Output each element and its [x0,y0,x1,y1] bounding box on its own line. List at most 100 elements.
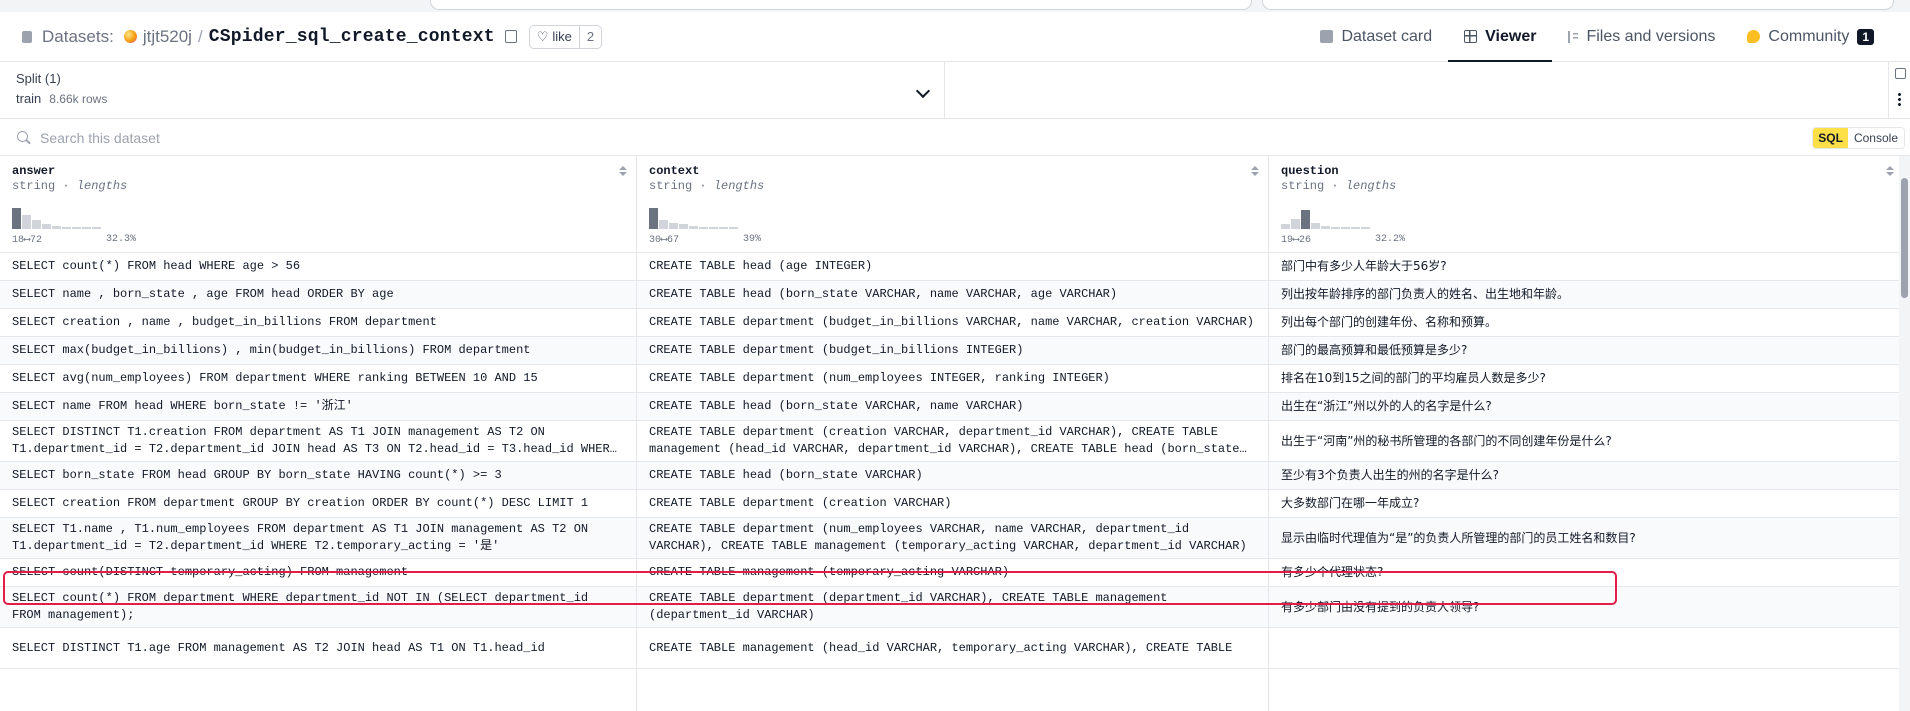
cell-answer[interactable]: SELECT name , born_state , age FROM head… [0,281,636,308]
cell-question[interactable]: 列出按年龄排序的部门负责人的姓名、出生地和年龄。 [1269,281,1899,308]
chevron-down-icon[interactable] [915,83,931,99]
cell-context[interactable]: CREATE TABLE management (head_id VARCHAR… [637,628,1268,668]
cell-answer[interactable]: SELECT name FROM head WHERE born_state !… [0,393,636,420]
more-options-icon[interactable] [1898,92,1901,106]
table-row[interactable]: SELECT DISTINCT T1.age FROM management A… [0,628,1899,669]
histogram-bar[interactable] [1321,226,1330,229]
histogram-bar[interactable] [649,208,658,229]
histogram-bar[interactable] [719,227,728,229]
histogram-bar[interactable] [72,227,81,229]
scrollbar-thumb[interactable] [1901,178,1908,298]
sql-console-button[interactable]: SQL Console [1812,127,1905,149]
browser-search-bar[interactable] [1262,0,1894,10]
column-header-answer[interactable]: answer string · lengths 18⟷72 32.3% [0,156,636,253]
histogram-bar[interactable] [82,227,91,229]
table-row[interactable]: SELECT T1.name , T1.num_employees FROM d… [0,518,1899,559]
cell-question[interactable]: 部门中有多少人年龄大于56岁? [1269,253,1899,280]
cell-answer[interactable]: SELECT count(*) FROM department WHERE de… [0,587,636,627]
tab-dataset-card[interactable]: Dataset card [1304,12,1448,61]
like-button[interactable]: ♡ like 2 [528,24,603,49]
table-row[interactable]: SELECT count(*) FROM department WHERE de… [0,587,1899,628]
histogram-bar[interactable] [1291,219,1300,229]
cell-context[interactable]: CREATE TABLE head (born_state VARCHAR, n… [637,393,1268,420]
cell-context[interactable]: CREATE TABLE department (creation VARCHA… [637,490,1268,517]
cell-context[interactable]: CREATE TABLE department (budget_in_billi… [637,309,1268,336]
histogram-bar[interactable] [669,223,678,229]
cell-answer[interactable]: SELECT creation FROM department GROUP BY… [0,490,636,517]
cell-question[interactable]: 部门的最高预算和最低预算是多少? [1269,337,1899,364]
histogram-bar[interactable] [1311,223,1320,229]
histogram-bar[interactable] [1351,227,1360,229]
histogram-bar[interactable] [1301,210,1310,229]
histogram-bar[interactable] [1361,227,1370,229]
cell-question[interactable]: 出生在“浙江”州以外的人的名字是什么? [1269,393,1899,420]
cell-context[interactable]: CREATE TABLE head (born_state VARCHAR) [637,462,1268,489]
cell-question[interactable]: 大多数部门在哪一年成立? [1269,490,1899,517]
cell-question[interactable] [1269,628,1899,668]
column-histogram[interactable] [1281,204,1370,229]
table-row[interactable]: SELECT count(DISTINCT temporary_acting) … [0,559,1899,587]
histogram-bar[interactable] [709,227,718,229]
table-row[interactable]: SELECT name , born_state , age FROM head… [0,281,1899,309]
histogram-bar[interactable] [729,227,738,229]
cell-answer[interactable]: SELECT T1.name , T1.num_employees FROM d… [0,518,636,558]
address-bar[interactable] [430,0,1252,10]
cell-question[interactable]: 至少有3个负责人出生的州的名字是什么? [1269,462,1899,489]
vertical-scrollbar[interactable] [1899,156,1910,711]
table-row[interactable]: SELECT max(budget_in_billions) , min(bud… [0,337,1899,365]
histogram-bar[interactable] [1281,224,1290,229]
tab-viewer[interactable]: Viewer [1448,12,1553,62]
histogram-bar[interactable] [62,227,71,229]
histogram-bar[interactable] [92,227,101,229]
column-histogram[interactable] [12,204,101,229]
cell-question[interactable]: 有多少个代理状态? [1269,559,1899,586]
cell-context[interactable]: CREATE TABLE management (temporary_actin… [637,559,1268,586]
cell-context[interactable]: CREATE TABLE department (num_employees I… [637,365,1268,392]
cell-question[interactable]: 出生于“河南”州的秘书所管理的各部门的不同创建年份是什么? [1269,421,1899,461]
histogram-bar[interactable] [1341,227,1350,229]
cell-question[interactable]: 有多少部门由没有提到的负责人领导? [1269,587,1899,627]
copy-icon[interactable] [504,30,517,43]
histogram-bar[interactable] [679,224,688,229]
cell-context[interactable]: CREATE TABLE department (num_employees V… [637,518,1268,558]
histogram-bar[interactable] [22,215,31,229]
tab-files-and-versions[interactable]: Files and versions [1552,12,1731,61]
cell-answer[interactable]: SELECT DISTINCT T1.age FROM management A… [0,628,636,668]
histogram-bar[interactable] [699,227,708,229]
cell-answer[interactable]: SELECT creation , name , budget_in_billi… [0,309,636,336]
histogram-bar[interactable] [12,208,21,229]
cell-answer[interactable]: SELECT count(*) FROM head WHERE age > 56 [0,253,636,280]
table-row[interactable]: SELECT creation , name , budget_in_billi… [0,309,1899,337]
table-row[interactable]: SELECT count(*) FROM head WHERE age > 56… [0,253,1899,281]
cell-context[interactable]: CREATE TABLE department (department_id V… [637,587,1268,627]
histogram-bar[interactable] [32,220,41,229]
cell-answer[interactable]: SELECT count(DISTINCT temporary_acting) … [0,559,636,586]
table-row[interactable]: SELECT DISTINCT T1.creation FROM departm… [0,421,1899,462]
dataset-name[interactable]: CSpider_sql_create_context [209,27,495,47]
split-selector[interactable]: Split (1) train 8.66k rows [0,62,945,118]
table-row[interactable]: SELECT name FROM head WHERE born_state !… [0,393,1899,421]
tab-community[interactable]: Community 1 [1731,12,1890,61]
cell-context[interactable]: CREATE TABLE department (budget_in_billi… [637,337,1268,364]
histogram-bar[interactable] [42,224,51,229]
column-header-context[interactable]: context string · lengths 30⟷67 39% [637,156,1268,253]
cell-context[interactable]: CREATE TABLE head (born_state VARCHAR, n… [637,281,1268,308]
panel-toggle-icon[interactable] [1895,68,1906,79]
cell-answer[interactable]: SELECT born_state FROM head GROUP BY bor… [0,462,636,489]
table-row[interactable]: SELECT born_state FROM head GROUP BY bor… [0,462,1899,490]
cell-answer[interactable]: SELECT DISTINCT T1.creation FROM departm… [0,421,636,461]
cell-context[interactable]: CREATE TABLE head (age INTEGER) [637,253,1268,280]
table-row[interactable]: SELECT avg(num_employees) FROM departmen… [0,365,1899,393]
histogram-bar[interactable] [1331,227,1340,229]
cell-answer[interactable]: SELECT max(budget_in_billions) , min(bud… [0,337,636,364]
datasets-link[interactable]: Datasets: [42,27,114,47]
cell-question[interactable]: 显示由临时代理值为“是”的负责人所管理的部门的员工姓名和数目? [1269,518,1899,558]
histogram-bar[interactable] [659,220,668,229]
histogram-bar[interactable] [689,226,698,229]
org-link[interactable]: jtjt520j [143,27,192,47]
search-input[interactable] [38,125,1242,151]
cell-question[interactable]: 列出每个部门的创建年份、名称和预算。 [1269,309,1899,336]
cell-answer[interactable]: SELECT avg(num_employees) FROM departmen… [0,365,636,392]
histogram-bar[interactable] [52,226,61,229]
column-header-question[interactable]: question string · lengths 19⟷26 32.2% [1269,156,1899,253]
